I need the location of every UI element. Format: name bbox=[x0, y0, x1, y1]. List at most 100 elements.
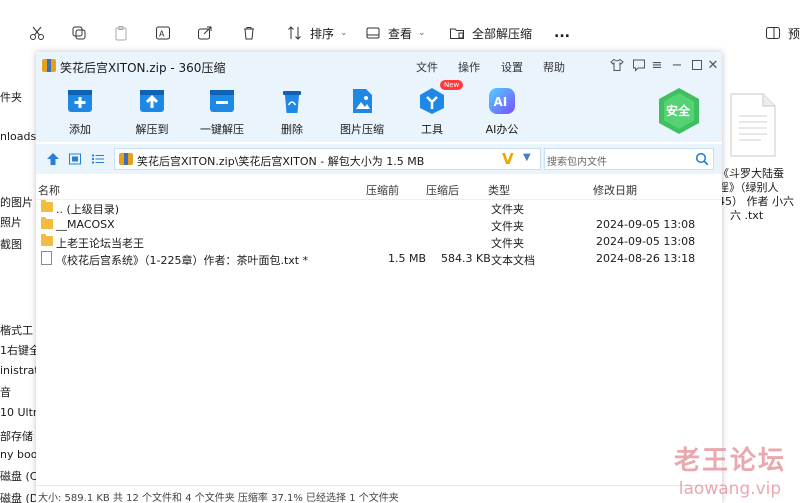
minimize-icon[interactable]: − bbox=[668, 56, 686, 74]
file-caption-line: 六 .txt bbox=[730, 209, 764, 222]
col-name[interactable]: 名称 bbox=[38, 182, 60, 198]
sidebar-item[interactable]: 音 bbox=[0, 384, 11, 400]
one-click-extract-button[interactable]: 一键解压 bbox=[188, 86, 256, 137]
archive-window: 笑花后宫XITON.zip - 360压缩 文件 操作 设置 帮助 ≡ − ✕ … bbox=[36, 52, 722, 503]
sort-icon bbox=[286, 24, 304, 42]
chevron-down-icon: ⌄ bbox=[340, 28, 348, 38]
sidebar-item[interactable]: ny boo bbox=[0, 448, 36, 461]
col-size-before[interactable]: 压缩前 bbox=[366, 182, 399, 198]
more-button[interactable]: ... bbox=[554, 22, 570, 44]
path-dropdown-icon[interactable]: ▼ bbox=[523, 152, 531, 163]
v-logo-icon[interactable]: V bbox=[502, 150, 514, 168]
sidebar-item[interactable]: 件夹 bbox=[0, 89, 22, 105]
table-row[interactable]: 《校花后宫系统》（1-225章）作者：茶叶面包.txt * 1.5 MB 584.3… bbox=[36, 250, 722, 267]
zip-folder-icon bbox=[448, 24, 466, 42]
table-row[interactable]: .. (上级目录) 文件夹 bbox=[36, 199, 722, 216]
sidebar-item[interactable]: 10 Ultra bbox=[0, 406, 36, 419]
file-type: 文件夹 bbox=[491, 220, 524, 233]
new-badge: New bbox=[440, 80, 464, 90]
file-name: __MACOSX bbox=[56, 218, 115, 231]
image-compress-button[interactable]: 图片压缩 bbox=[328, 86, 396, 137]
file-type: 文件夹 bbox=[491, 237, 524, 250]
trash-icon bbox=[240, 24, 258, 42]
sidebar-item[interactable]: 磁盘 (C bbox=[0, 468, 36, 484]
close-icon[interactable]: ✕ bbox=[704, 56, 722, 74]
extract-all-label: 全部解压缩 bbox=[472, 26, 533, 41]
folder-icon bbox=[41, 234, 53, 246]
tools-button[interactable]: New 工具 bbox=[398, 80, 466, 137]
archive-icon bbox=[119, 153, 133, 165]
file-caption-line: 《斗罗大陆蚕 bbox=[718, 167, 784, 180]
menu-icon[interactable]: ≡ bbox=[648, 56, 666, 74]
archive-icon bbox=[42, 59, 56, 72]
table-row[interactable]: __MACOSX 文件夹 2024-09-05 13:08 bbox=[36, 216, 722, 233]
cut-button[interactable] bbox=[28, 22, 46, 44]
one-click-extract-label: 一键解压 bbox=[200, 123, 244, 136]
menu-settings[interactable]: 设置 bbox=[501, 59, 523, 75]
menu-operate[interactable]: 操作 bbox=[458, 59, 480, 75]
sidebar-item[interactable]: 1右键全 bbox=[0, 342, 36, 358]
skin-icon[interactable] bbox=[608, 56, 626, 74]
image-compress-label: 图片压缩 bbox=[340, 123, 384, 136]
modified-date: 2024-08-26 13:18 bbox=[596, 252, 696, 265]
up-arrow-icon[interactable] bbox=[46, 152, 60, 166]
extract-to-button[interactable]: 解压到 bbox=[118, 86, 186, 137]
menu-file[interactable]: 文件 bbox=[416, 59, 438, 75]
table-row[interactable]: 上老王论坛当老王 文件夹 2024-09-05 13:08 bbox=[36, 233, 722, 250]
sidebar-item[interactable]: 的图片 bbox=[0, 194, 33, 210]
sidebar-item[interactable]: 照片 bbox=[0, 214, 22, 230]
folder-icon bbox=[41, 200, 53, 212]
preview-label: 预 bbox=[788, 26, 800, 41]
sort-button[interactable]: 排序 ⌄ bbox=[286, 22, 348, 44]
col-modified[interactable]: 修改日期 bbox=[593, 182, 637, 198]
rename-button[interactable]: A bbox=[154, 22, 172, 44]
copy-button[interactable] bbox=[70, 22, 88, 44]
tools-label: 工具 bbox=[421, 123, 443, 136]
search-icon[interactable] bbox=[695, 152, 709, 166]
ai-office-button[interactable]: AI AI办公 bbox=[468, 86, 536, 137]
delete-archive-button[interactable]: 删除 bbox=[258, 86, 326, 137]
delete-button[interactable] bbox=[240, 22, 258, 44]
column-header: 名称 压缩前 压缩后 类型 修改日期 bbox=[36, 179, 722, 200]
col-size-after[interactable]: 压缩后 bbox=[426, 182, 459, 198]
sidebar-item[interactable]: 楷式工 bbox=[0, 322, 33, 338]
thumbnail-view-icon[interactable] bbox=[68, 152, 82, 166]
feedback-icon[interactable] bbox=[630, 56, 648, 74]
security-badge[interactable]: 安全 bbox=[656, 86, 702, 136]
sidebar-item[interactable]: inistrat bbox=[0, 364, 36, 377]
explorer-sidebar: 件夹 nloads 的图片照片截图楷式工 1右键全 inistrat 音 10 Ultra 部… bbox=[0, 64, 36, 503]
safe-label: 安全 bbox=[666, 104, 691, 118]
extract-all-button[interactable]: 全部解压缩 bbox=[448, 22, 532, 44]
modified-date: 2024-09-05 13:08 bbox=[596, 235, 696, 248]
list-view-icon[interactable] bbox=[91, 152, 105, 166]
ai-office-icon: AI bbox=[489, 88, 515, 114]
add-label: 添加 bbox=[69, 123, 91, 136]
view-label: 查看 bbox=[388, 26, 413, 41]
sidebar-item[interactable]: nloads bbox=[0, 130, 36, 143]
sidebar-item[interactable]: 截图 bbox=[0, 236, 22, 252]
share-icon bbox=[196, 24, 214, 42]
title-bar: 笑花后宫XITON.zip - 360压缩 文件 操作 设置 帮助 ≡ − ✕ bbox=[36, 52, 722, 80]
menu-help[interactable]: 帮助 bbox=[543, 59, 565, 75]
view-button[interactable]: 查看 ⌄ bbox=[364, 22, 426, 44]
paste-button[interactable] bbox=[112, 22, 130, 44]
preview-button[interactable]: 预 bbox=[764, 22, 800, 44]
text-file-icon[interactable] bbox=[727, 92, 779, 158]
add-button[interactable]: 添加 bbox=[46, 86, 114, 137]
sidebar-item[interactable]: 磁盘 (D bbox=[0, 490, 36, 503]
file-caption[interactable]: 《斗罗大陆蚕 淫》（绿别人 45） 作者 小六 六 .txt bbox=[718, 167, 800, 223]
path-bar[interactable]: 笑花后宫XITON.zip\笑花后宫XITON - 解包大小为 1.5 MB V… bbox=[114, 148, 541, 170]
delete-icon bbox=[283, 91, 301, 113]
extract-to-icon bbox=[140, 90, 164, 112]
view-icon bbox=[364, 24, 382, 42]
search-input[interactable]: 搜索包内文件 bbox=[544, 148, 714, 170]
search-placeholder: 搜索包内文件 bbox=[547, 157, 607, 168]
one-click-extract-icon bbox=[210, 90, 234, 112]
preview-pane-icon bbox=[764, 24, 782, 42]
folder-icon bbox=[41, 217, 53, 229]
sidebar-item[interactable]: 部存储 bbox=[0, 428, 33, 444]
col-type[interactable]: 类型 bbox=[488, 182, 510, 198]
share-button[interactable] bbox=[196, 22, 214, 44]
add-icon bbox=[68, 90, 92, 112]
archive-toolbar: 添加 解压到 一键解压 删除 图片压缩 New 工具 AI AI办公 安全 bbox=[36, 80, 722, 142]
